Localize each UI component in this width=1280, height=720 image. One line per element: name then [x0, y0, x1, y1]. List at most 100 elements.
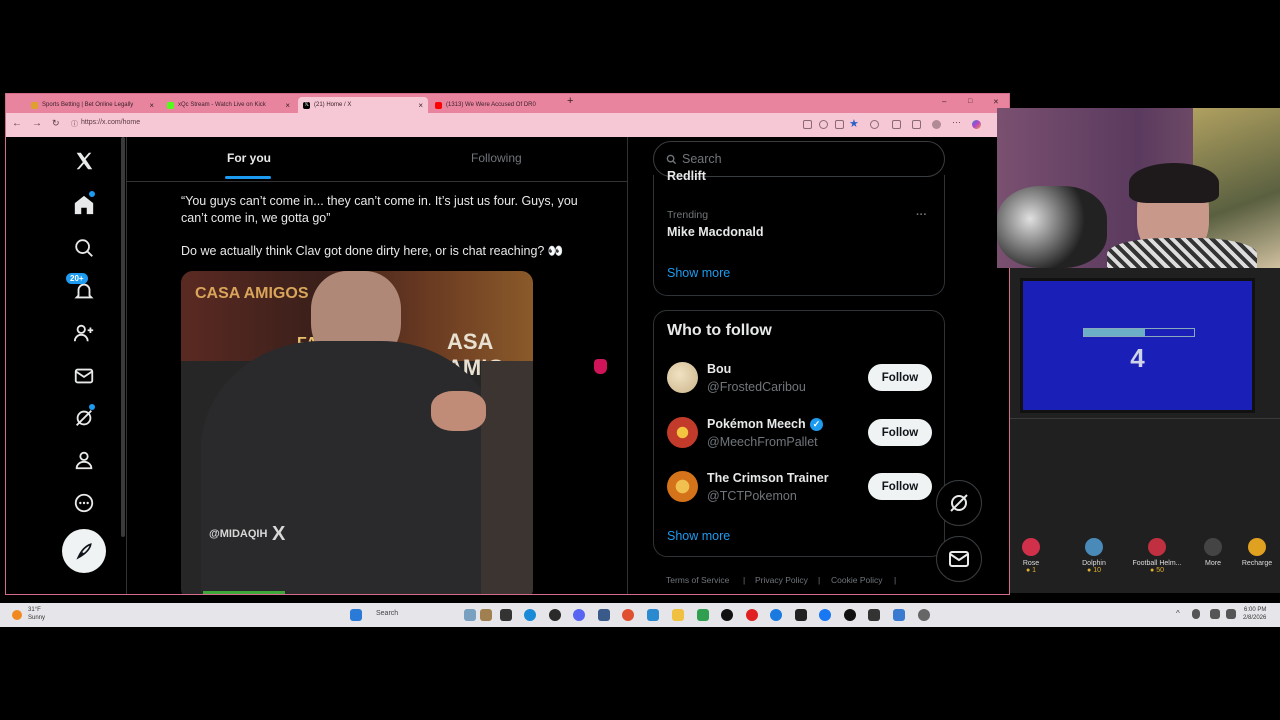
- tab-following[interactable]: Following: [471, 151, 522, 165]
- avatar[interactable]: [667, 471, 698, 502]
- reader-icon[interactable]: [803, 120, 812, 129]
- clock-time: 6:00 PM: [1244, 607, 1267, 613]
- firefox-icon[interactable]: [622, 609, 634, 621]
- network-icon[interactable]: [1210, 609, 1220, 619]
- tab-for-you[interactable]: For you: [227, 151, 271, 165]
- gift-rose[interactable]: Rose ● 1: [1001, 538, 1061, 574]
- file-explorer-icon[interactable]: [500, 609, 512, 621]
- folder-icon[interactable]: [672, 609, 684, 621]
- compose-post-button[interactable]: [62, 529, 106, 573]
- xbox-icon[interactable]: [697, 609, 709, 621]
- grok-icon[interactable]: [72, 404, 96, 430]
- feather-icon: [76, 543, 92, 560]
- app-icon[interactable]: [480, 609, 492, 621]
- weather-temp: 31°F: [28, 607, 41, 613]
- messages-float-button[interactable]: [936, 536, 982, 582]
- home-icon[interactable]: [72, 191, 96, 217]
- app-icon[interactable]: [844, 609, 856, 621]
- app-icon[interactable]: [795, 609, 807, 621]
- x-logo-icon[interactable]: [72, 149, 96, 173]
- more-icon[interactable]: [72, 491, 96, 515]
- close-window-button[interactable]: ✕: [993, 98, 999, 106]
- trend-topic[interactable]: Mike Macdonald: [667, 225, 764, 239]
- messages-icon[interactable]: [72, 364, 96, 388]
- who-to-follow-show-more[interactable]: Show more: [667, 529, 730, 543]
- copilot-icon[interactable]: [972, 120, 981, 129]
- menu-icon[interactable]: ···: [952, 117, 961, 127]
- translate-icon[interactable]: [835, 120, 844, 129]
- user-name[interactable]: Bou: [707, 362, 731, 376]
- weather-icon[interactable]: [12, 610, 22, 620]
- favorites-icon[interactable]: [892, 120, 901, 129]
- gift-recharge[interactable]: Recharge: [1234, 538, 1280, 567]
- follow-button[interactable]: Follow: [868, 419, 932, 446]
- weather-widget[interactable]: 31°F Sunny: [28, 606, 45, 622]
- follow-button[interactable]: Follow: [868, 473, 932, 500]
- profile-icon[interactable]: [72, 448, 96, 472]
- extension-icon[interactable]: [870, 120, 879, 129]
- terms-link[interactable]: Terms of Service: [666, 575, 729, 585]
- user-handle: @FrostedCaribou: [707, 380, 806, 394]
- site-info-icon[interactable]: ⓘ: [71, 119, 78, 129]
- settings-icon[interactable]: [918, 609, 930, 621]
- profile-icon[interactable]: [932, 120, 941, 129]
- app-icon[interactable]: [893, 609, 905, 621]
- cookie-link[interactable]: Cookie Policy: [831, 575, 883, 585]
- gift-dolphin[interactable]: Dolphin ● 10: [1064, 538, 1124, 574]
- notifications-icon[interactable]: 20+: [66, 273, 96, 303]
- follow-button[interactable]: Follow: [868, 364, 932, 391]
- user-handle: @TCTPokemon: [707, 489, 797, 503]
- browser-tab[interactable]: (1313) We Were Accused Of DR0: [430, 97, 560, 113]
- back-icon[interactable]: ←: [12, 118, 22, 129]
- user-name[interactable]: Pokémon Meech: [707, 417, 806, 431]
- widgets-icon[interactable]: [464, 609, 476, 621]
- close-tab-icon[interactable]: ×: [281, 101, 290, 110]
- app-icon[interactable]: [868, 609, 880, 621]
- user-name[interactable]: The Crimson Trainer: [707, 471, 829, 485]
- system-clock[interactable]: 6:00 PM 2/8/2026: [1243, 606, 1266, 622]
- close-tab-icon[interactable]: ×: [414, 101, 423, 110]
- follow-people-icon[interactable]: [72, 321, 96, 345]
- volume-icon[interactable]: [1226, 609, 1236, 619]
- app-icon[interactable]: [598, 609, 610, 621]
- webcam-shirt: [1107, 238, 1257, 268]
- microphone-icon[interactable]: [1192, 609, 1200, 619]
- tiktok-icon[interactable]: [721, 609, 733, 621]
- trend-more-icon[interactable]: ···: [916, 209, 927, 221]
- avatar[interactable]: [667, 362, 698, 393]
- taskbar-search[interactable]: Search: [376, 610, 398, 617]
- grok-float-button[interactable]: [936, 480, 982, 526]
- maximize-button[interactable]: □: [968, 98, 972, 105]
- app-icon[interactable]: [647, 609, 659, 621]
- minimize-button[interactable]: –: [942, 97, 946, 106]
- edge-icon[interactable]: [524, 609, 536, 621]
- browser-tab-active[interactable]: 𝕏 (21) Home / X ×: [298, 97, 428, 113]
- star-icon[interactable]: ★: [849, 117, 859, 130]
- zoom-icon[interactable]: [819, 120, 828, 129]
- windows-start-icon[interactable]: [350, 609, 362, 621]
- discord-icon[interactable]: [573, 609, 585, 621]
- page-scrollbar[interactable]: [121, 137, 125, 537]
- collections-icon[interactable]: [912, 120, 921, 129]
- opera-icon[interactable]: [746, 609, 758, 621]
- messenger-icon[interactable]: [770, 609, 782, 621]
- obs-icon[interactable]: [549, 609, 561, 621]
- browser-tab[interactable]: xQc Stream - Watch Live on Kick ×: [162, 97, 295, 113]
- gift-football-helmet[interactable]: Football Helm... ● 50: [1127, 538, 1187, 574]
- privacy-link[interactable]: Privacy Policy: [755, 575, 808, 585]
- counter-value: 4: [1130, 343, 1145, 373]
- close-tab-icon[interactable]: ×: [145, 101, 154, 110]
- rose-icon: [1022, 538, 1040, 556]
- browser-tab[interactable]: Sports Betting | Bet Online Legally ×: [26, 97, 159, 113]
- post-video[interactable]: CASA AMIGOS FAS ASA AMIG @MIDAQIH X: [181, 271, 533, 594]
- reload-icon[interactable]: ↻: [52, 118, 60, 129]
- avatar[interactable]: [667, 417, 698, 448]
- chevron-up-icon[interactable]: ^: [1176, 609, 1180, 618]
- facebook-icon[interactable]: [819, 609, 831, 621]
- explore-icon[interactable]: [72, 236, 96, 260]
- url-field[interactable]: https://x.com/home: [81, 119, 140, 126]
- new-tab-button[interactable]: +: [567, 95, 573, 107]
- trending-show-more[interactable]: Show more: [667, 266, 730, 280]
- footer-separator: |: [894, 575, 897, 585]
- forward-icon[interactable]: →: [32, 118, 42, 129]
